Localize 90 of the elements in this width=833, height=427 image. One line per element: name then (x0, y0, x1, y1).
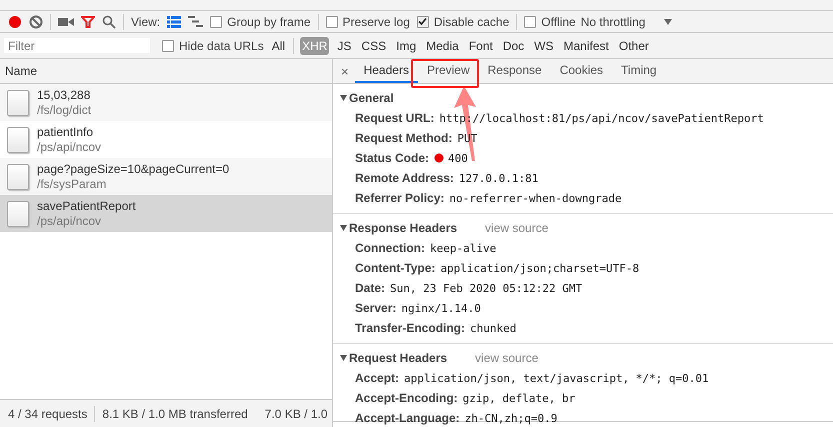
header-value: application/json;charset=UTF-8 (440, 262, 640, 274)
request-path: /ps/api/ncov (37, 140, 102, 154)
header-name: Transfer-Encoding: (355, 321, 466, 335)
header-value: nginx/1.14.0 (401, 302, 481, 314)
header-value: chunked (470, 322, 516, 334)
type-filter-button[interactable]: Font (466, 36, 495, 54)
header-name: Accept: (355, 371, 400, 385)
checkbox[interactable] (210, 16, 222, 28)
checkbox-label: Hide data URLs (179, 38, 264, 52)
file-icon (7, 90, 29, 116)
section-title[interactable]: Response Headers (349, 221, 458, 235)
throttling-dropdown[interactable]: No throttling (580, 14, 646, 28)
view-label: View: (131, 14, 160, 28)
type-filter-button[interactable]: Manifest (562, 36, 611, 54)
caret-icon[interactable] (664, 18, 672, 24)
status-text: 7.0 KB / 1.0 (264, 406, 328, 420)
expand-triangle-icon[interactable] (340, 355, 347, 361)
detail-tab[interactable]: Preview (418, 59, 479, 83)
header-name: Connection: (355, 241, 425, 255)
request-name: 15,03,288 (37, 88, 92, 102)
record-icon[interactable] (8, 14, 22, 28)
section-title[interactable]: General (349, 91, 394, 105)
header-value: gzip, deflate, br (462, 392, 576, 404)
expand-triangle-icon[interactable] (340, 225, 347, 231)
header-value: keep-alive (430, 242, 496, 254)
detail-tab[interactable]: Cookies (550, 59, 612, 83)
request-row[interactable]: page?pageSize=10&pageCurrent=0 /fs/sysParam (0, 158, 332, 195)
header-value: zh-CN,zh;q=0.9 (464, 412, 558, 424)
type-filter-button[interactable]: WS (532, 36, 556, 54)
request-name: page?pageSize=10&pageCurrent=0 (37, 162, 230, 176)
video-camera-icon[interactable] (58, 16, 74, 28)
header-name: Date: (355, 281, 386, 295)
request-name: savePatientReport (37, 198, 136, 214)
header-value: 127.0.0.1:81 (458, 172, 538, 184)
header-name: Request URL: (355, 111, 434, 125)
header-name: Server: (355, 301, 396, 315)
type-filter-button[interactable]: All (270, 36, 288, 54)
expand-triangle-icon[interactable] (340, 95, 347, 101)
highlight-box (411, 59, 479, 88)
checkbox[interactable] (162, 40, 174, 52)
filter-field[interactable]: Filter (4, 38, 150, 53)
section-title[interactable]: Request Headers (349, 351, 448, 365)
header-value: Sun, 23 Feb 2020 05:12:22 GMT (390, 282, 582, 294)
file-icon (7, 164, 29, 190)
detail-tab[interactable]: Timing (612, 59, 666, 83)
request-row[interactable]: 15,03,288 /fs/log/dict (0, 84, 332, 121)
header-value: no-referrer-when-downgrade (449, 192, 622, 204)
header-name: Remote Address: (355, 171, 454, 185)
status-text: 8.1 KB / 1.0 MB transferred (102, 406, 248, 420)
type-filter-button[interactable]: JS (335, 36, 354, 54)
checkbox[interactable] (524, 16, 536, 28)
request-path: /fs/log/dict (37, 102, 92, 118)
checkbox-label: Group by frame (227, 14, 311, 28)
type-filter-button[interactable]: Img (394, 36, 418, 54)
detail-tab[interactable]: Response (478, 59, 551, 83)
clear-icon[interactable] (29, 14, 43, 28)
filter-icon[interactable] (81, 14, 95, 28)
checkbox[interactable] (416, 16, 429, 28)
request-row[interactable]: savePatientReport /ps/api/ncov (0, 195, 332, 232)
checkbox-label: Offline (541, 14, 576, 28)
type-filter-button[interactable]: Doc (500, 36, 526, 54)
waterfall-view-icon[interactable] (188, 16, 204, 27)
request-path: /fs/sysParam (37, 176, 108, 192)
detail-tab[interactable]: Headers (354, 59, 418, 83)
type-filter-button[interactable]: Media (424, 36, 461, 54)
list-view-icon[interactable] (167, 16, 182, 28)
header-value: application/json, text/javascript, */*; q=0.01 (404, 372, 709, 384)
file-icon (7, 200, 29, 226)
checkbox-label: Preserve log (342, 14, 410, 28)
column-header: Name (0, 59, 332, 84)
request-name: patientInfo (37, 124, 94, 140)
status-dot-icon (434, 153, 444, 163)
header-name: Request Method: (355, 131, 452, 145)
close-icon[interactable]: × (339, 59, 355, 83)
header-name: Status Code: (355, 151, 430, 165)
header-value: 400 (448, 152, 468, 164)
file-icon (7, 126, 29, 152)
header-name: Accept-Encoding: (355, 391, 458, 405)
view-source-link[interactable]: view source (475, 351, 538, 365)
type-filter-button[interactable]: Other (616, 36, 651, 54)
search-icon[interactable] (102, 14, 116, 28)
view-source-link[interactable]: view source (485, 221, 548, 235)
header-name: Accept-Language: (355, 411, 460, 425)
checkbox-label: Disable cache (434, 14, 510, 28)
checkbox[interactable] (326, 16, 338, 28)
header-name: Referrer Policy: (355, 191, 444, 205)
request-path: /ps/api/ncov (37, 214, 102, 228)
status-text: 4 / 34 requests (8, 406, 88, 420)
header-name: Content-Type: (355, 261, 436, 275)
type-filter-button[interactable]: CSS (359, 36, 388, 54)
